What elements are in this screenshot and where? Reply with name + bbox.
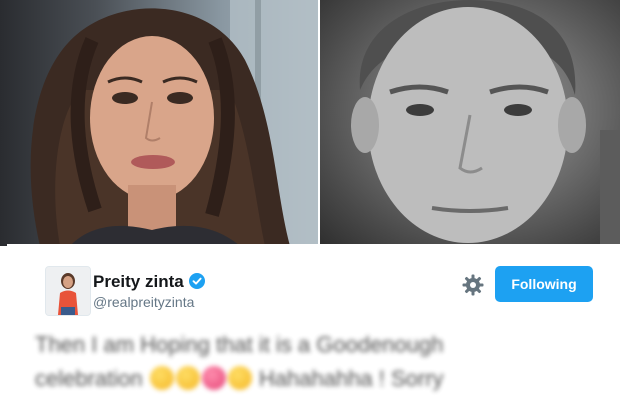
tweet-card: Preity zinta @realpreityzinta Following … <box>7 244 620 400</box>
tweet-line-2-text: celebration <box>35 366 143 391</box>
heart-emoji-icon <box>201 366 226 390</box>
laughing-emoji-icon <box>149 366 174 390</box>
right-portrait-photo <box>320 0 620 246</box>
display-name[interactable]: Preity zinta <box>93 272 205 292</box>
display-name-text[interactable]: Preity zinta <box>93 272 184 291</box>
gear-icon[interactable] <box>462 274 484 296</box>
verified-badge-icon <box>188 273 205 289</box>
grinning-emoji-icon <box>175 366 200 390</box>
smile-emoji-icon <box>227 366 252 390</box>
following-button[interactable]: Following <box>495 266 593 302</box>
user-handle[interactable]: @realpreityzinta <box>93 294 194 310</box>
tweet-text: Then I am Hoping that it is a Goodenough… <box>35 328 595 396</box>
tweet-line-1: Then I am Hoping that it is a Goodenough <box>35 332 444 357</box>
left-portrait-photo <box>0 0 318 246</box>
photo-strip <box>0 0 620 246</box>
tweet-line-2-tail: Hahahahha ! Sorry <box>258 366 444 391</box>
tweet-line-2: celebration Hahahahha ! Sorry <box>35 362 595 396</box>
avatar[interactable] <box>45 266 91 316</box>
